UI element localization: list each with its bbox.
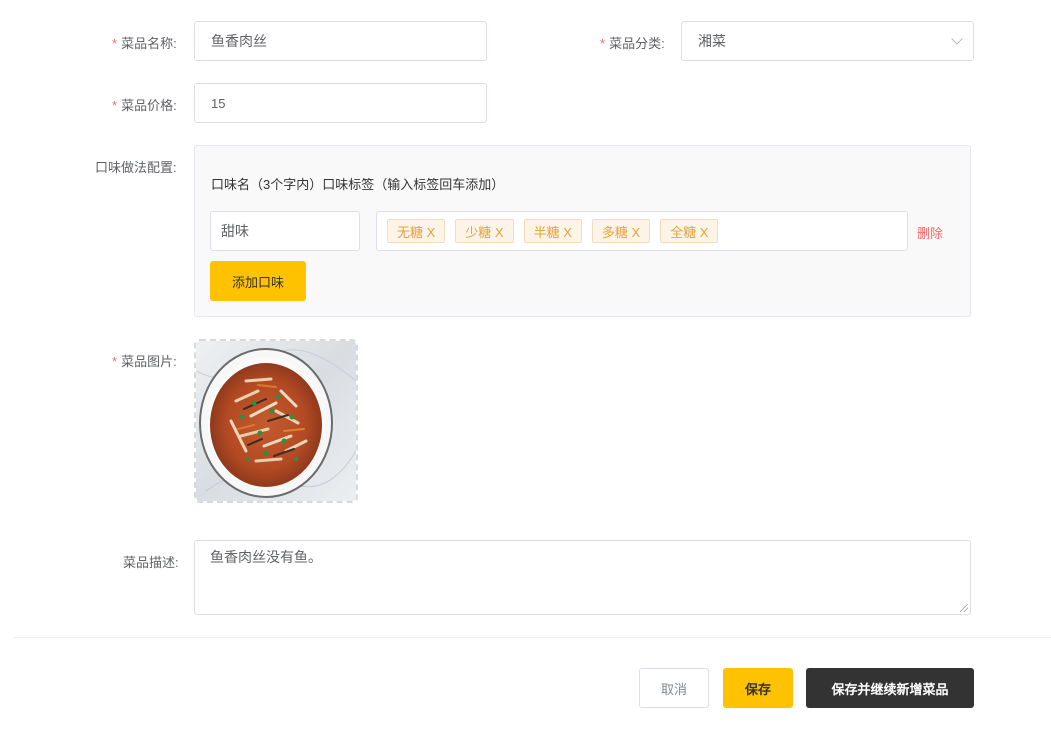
dish-name-value: 鱼香肉丝	[211, 33, 267, 49]
dish-name-label: * 菜品名称:	[112, 36, 177, 51]
save-and-continue-button[interactable]: 保存并继续新增菜品	[806, 668, 974, 708]
flavor-tag[interactable]: 少糖 X	[455, 219, 514, 243]
flavor-name-input[interactable]: 甜味	[210, 211, 360, 251]
required-mark: *	[600, 36, 606, 51]
flavor-tag[interactable]: 半糖 X	[523, 219, 582, 243]
chevron-down-icon	[951, 33, 963, 45]
dish-description-label: 菜品描述:	[123, 555, 179, 570]
dish-name-input[interactable]: 鱼香肉丝	[194, 21, 487, 61]
dish-category-value: 湘菜	[698, 33, 726, 49]
dish-description-value: 鱼香肉丝没有鱼。	[210, 549, 322, 565]
save-button[interactable]: 保存	[723, 668, 793, 708]
add-flavor-button[interactable]: 添加口味	[210, 261, 306, 301]
dish-price-value: 15	[211, 95, 226, 111]
flavor-tags-input[interactable]: 无糖 X 少糖 X 半糖 X 多糖 X 全糖 X	[376, 211, 908, 251]
flavor-name-value: 甜味	[221, 223, 249, 239]
flavor-tag[interactable]: 多糖 X	[591, 219, 651, 243]
dish-image-label: * 菜品图片:	[112, 354, 177, 369]
flavor-tag[interactable]: 全糖 X	[660, 219, 719, 243]
dish-category-select[interactable]: 湘菜	[681, 21, 974, 61]
cancel-button[interactable]: 取消	[639, 668, 709, 708]
required-mark: *	[112, 98, 118, 113]
delete-flavor-link[interactable]: 删除	[917, 223, 943, 242]
dish-price-label: * 菜品价格:	[112, 98, 177, 113]
resize-handle-icon[interactable]	[960, 604, 968, 612]
footer-divider	[14, 637, 1051, 638]
dish-description-textarea[interactable]: 鱼香肉丝没有鱼。	[194, 540, 971, 615]
flavor-tag[interactable]: 无糖 X	[387, 219, 446, 243]
image-uploader[interactable]	[194, 339, 358, 503]
required-mark: *	[112, 36, 118, 51]
flavor-config-panel: 口味名（3个字内）口味标签（输入标签回车添加） 甜味 无糖 X 少糖 X 半糖 …	[194, 145, 971, 317]
flavor-header: 口味名（3个字内）口味标签（输入标签回车添加）	[211, 177, 505, 192]
dish-price-input[interactable]: 15	[194, 83, 487, 123]
flavor-config-label: 口味做法配置:	[95, 160, 177, 175]
required-mark: *	[112, 354, 118, 369]
dish-category-label: * 菜品分类:	[600, 36, 665, 51]
dish-photo	[196, 341, 356, 501]
